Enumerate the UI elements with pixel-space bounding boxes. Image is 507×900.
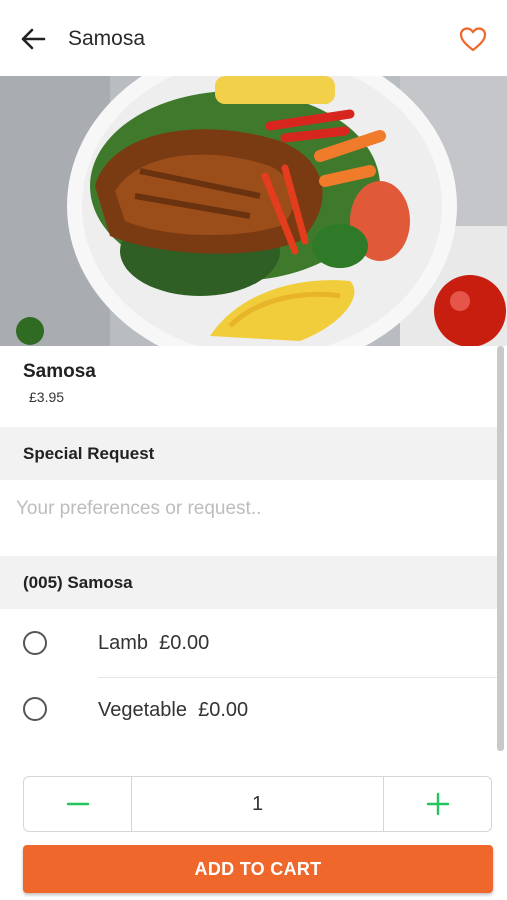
option-vegetable[interactable]: Vegetable £0.00 [0, 678, 497, 738]
options-group-heading: (005) Samosa [23, 573, 133, 592]
special-request-header: Special Request [0, 427, 497, 480]
scrollbar[interactable] [497, 346, 504, 751]
page-title: Samosa [68, 27, 146, 50]
increase-quantity-button[interactable] [383, 777, 492, 831]
food-image [0, 76, 507, 346]
decrease-quantity-button[interactable] [24, 777, 132, 831]
item-name: Samosa [23, 361, 96, 382]
heart-icon[interactable] [458, 24, 488, 54]
add-to-cart-button[interactable]: ADD TO CART [23, 845, 493, 893]
options-group-header: (005) Samosa [0, 556, 497, 609]
quantity-stepper: 1 [23, 776, 492, 832]
quantity-value: 1 [251, 793, 264, 815]
special-request-input[interactable] [14, 490, 488, 528]
option-label-lamb: Lamb £0.00 [98, 632, 210, 654]
app-header: Samosa [0, 0, 507, 76]
radio-vegetable[interactable] [23, 697, 47, 721]
option-lamb[interactable]: Lamb £0.00 [0, 612, 497, 672]
item-price: £3.95 [29, 389, 65, 405]
minus-icon [66, 802, 89, 806]
back-arrow-icon[interactable] [18, 24, 48, 54]
option-label-vegetable: Vegetable £0.00 [98, 699, 249, 721]
special-request-heading: Special Request [23, 444, 155, 463]
radio-lamb[interactable] [23, 631, 47, 655]
plus-icon [426, 792, 450, 816]
